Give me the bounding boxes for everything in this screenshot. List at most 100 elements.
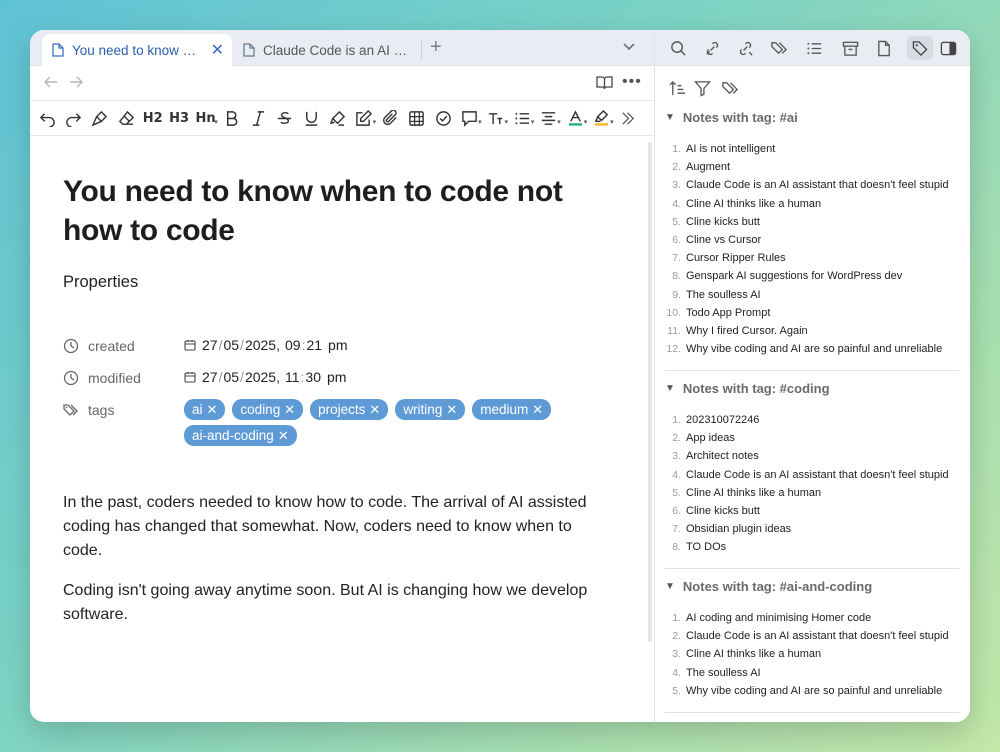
heading-n-button[interactable]: Hn ▾ [192, 104, 218, 132]
list-item[interactable]: 5. Why vibe coding and AI are so painful … [663, 682, 963, 700]
list-item[interactable]: 1. 202310072246 [663, 411, 963, 429]
remove-tag-icon[interactable]: ✕ [446, 402, 457, 418]
list-item[interactable]: 3. Cline AI thinks like a human [663, 645, 963, 663]
undo-button[interactable] [34, 104, 60, 132]
checklist-button[interactable] [430, 104, 456, 132]
note-link[interactable]: Why I fired Cursor. Again [686, 325, 808, 337]
list-item[interactable]: 7. Cursor Ripper Rules [663, 249, 963, 267]
note-link[interactable]: Cline vs Cursor [686, 234, 761, 246]
book-open-icon[interactable] [596, 75, 613, 90]
tab-active-note[interactable]: You need to know when to code not how to… [42, 34, 232, 66]
list-item[interactable]: 1. AI is not intelligent [663, 140, 963, 158]
list-item[interactable]: 4. The soulless AI [663, 664, 963, 682]
list-item[interactable]: 2. App ideas [663, 429, 963, 447]
remove-tag-icon[interactable]: ✕ [284, 402, 295, 418]
italic-button[interactable] [245, 104, 271, 132]
clear-format-button[interactable] [113, 104, 139, 132]
tag-pill[interactable]: coding ✕ [232, 399, 304, 420]
arrow-right-icon[interactable] [68, 74, 84, 90]
search-button[interactable] [665, 36, 691, 60]
list-item[interactable]: 3. Claude Code is an AI assistant that do… [663, 176, 963, 194]
edit-button[interactable]: ▾ [351, 104, 377, 132]
tag-pill[interactable]: writing ✕ [395, 399, 466, 420]
list-item[interactable]: 2. Claude Code is an AI assistant that do… [663, 627, 963, 645]
underline-button[interactable] [298, 104, 324, 132]
remove-tag-icon[interactable]: ✕ [369, 402, 380, 418]
list-item[interactable]: 7. Obsidian plugin ideas [663, 520, 963, 538]
list-item[interactable]: 12. Why vibe coding and AI are so painful… [663, 340, 963, 358]
file-button[interactable] [871, 36, 897, 60]
note-link[interactable]: Cline AI thinks like a human [686, 648, 821, 660]
note-link[interactable]: Genspark AI suggestions for WordPress de… [686, 270, 902, 282]
tab-close-icon[interactable]: ✕ [211, 40, 224, 60]
format-painter-button[interactable] [87, 104, 113, 132]
list-item[interactable]: 2. Augment [663, 158, 963, 176]
note-link[interactable]: Claude Code is an AI assistant that does… [686, 179, 949, 191]
list-item[interactable]: 6. Cline vs Cursor [663, 231, 963, 249]
callout-button[interactable]: ▾ [456, 104, 482, 132]
text-color-button[interactable]: ▾ [562, 104, 588, 132]
heading-2-button[interactable]: H2 [140, 104, 166, 132]
note-link[interactable]: TO DOs [686, 541, 726, 553]
note-link[interactable]: Cline AI thinks like a human [686, 487, 821, 499]
list-button[interactable]: ▾ [509, 104, 535, 132]
align-button[interactable]: ▾ [535, 104, 561, 132]
backlinks-button[interactable] [699, 36, 725, 60]
note-link[interactable]: Augment [686, 161, 730, 173]
attachment-button[interactable] [377, 104, 403, 132]
note-link[interactable]: App ideas [686, 432, 735, 444]
remove-tag-icon[interactable]: ✕ [207, 402, 218, 418]
note-link[interactable]: Why vibe coding and AI are so painful an… [686, 343, 942, 355]
table-button[interactable] [403, 104, 429, 132]
list-item[interactable]: 11. Why I fired Cursor. Again [663, 322, 963, 340]
filter-button[interactable] [693, 80, 712, 102]
sort-button[interactable] [669, 80, 686, 102]
tag-pill[interactable]: ai-and-coding ✕ [184, 425, 297, 446]
toggle-sidebar-button[interactable] [935, 36, 961, 60]
list-item[interactable]: 4. Cline AI thinks like a human [663, 195, 963, 213]
note-link[interactable]: Cursor Ripper Rules [686, 252, 786, 264]
list-item[interactable]: 6. Cline kicks butt [663, 502, 963, 520]
list-item[interactable]: 1. AI coding and minimising Homer code [663, 609, 963, 627]
note-link[interactable]: Why vibe coding and AI are so painful an… [686, 685, 942, 697]
note-editor[interactable]: You need to know when to code not how to… [30, 136, 654, 722]
note-link[interactable]: 202310072246 [686, 414, 759, 426]
list-item[interactable]: 4. Claude Code is an AI assistant that do… [663, 466, 963, 484]
tag-pill[interactable]: ai ✕ [184, 399, 226, 420]
section-header-ai-and-coding[interactable]: ▼ Notes with tag: #ai-and-coding [665, 579, 872, 594]
note-link[interactable]: The soulless AI [686, 289, 761, 301]
strikethrough-button[interactable] [272, 104, 298, 132]
note-link[interactable]: Claude Code is an AI assistant that does… [686, 630, 949, 642]
section-header-coding[interactable]: ▼ Notes with tag: #coding [665, 381, 830, 396]
note-link[interactable]: Claude Code is an AI assistant that does… [686, 469, 949, 481]
remove-tag-icon[interactable]: ✕ [532, 402, 543, 418]
note-link[interactable]: Cline AI thinks like a human [686, 198, 821, 210]
tags-view-button[interactable] [766, 36, 792, 60]
highlight-pen-button[interactable] [324, 104, 350, 132]
list-item[interactable]: 8. Genspark AI suggestions for WordPress … [663, 267, 963, 285]
editor-scrollbar[interactable] [648, 142, 652, 642]
tag-pill[interactable]: medium ✕ [472, 399, 552, 420]
list-item[interactable]: 8. TO DOs [663, 538, 963, 556]
text-size-button[interactable]: ▾ [483, 104, 509, 132]
note-link[interactable]: AI is not intelligent [686, 143, 775, 155]
outline-button[interactable] [801, 36, 827, 60]
tag-filter-button[interactable] [722, 80, 739, 102]
note-link[interactable]: Architect notes [686, 450, 759, 462]
arrow-left-icon[interactable] [43, 74, 59, 90]
new-tab-button[interactable]: + [430, 36, 442, 59]
created-value[interactable]: 27/05/2025, 09:21 pm [184, 337, 347, 353]
more-options-icon[interactable]: ••• [622, 73, 642, 91]
section-header-ai[interactable]: ▼ Notes with tag: #ai [665, 110, 798, 125]
redo-button[interactable] [60, 104, 86, 132]
tag-pill[interactable]: projects ✕ [310, 399, 389, 420]
tag-notes-button[interactable] [907, 36, 933, 60]
note-link[interactable]: Todo App Prompt [686, 307, 770, 319]
note-link[interactable]: Cline kicks butt [686, 216, 760, 228]
list-item[interactable]: 9. The soulless AI [663, 286, 963, 304]
modified-value[interactable]: 27/05/2025, 11:30 pm [184, 369, 346, 385]
toolbar-overflow-button[interactable] [615, 104, 641, 132]
list-item[interactable]: 5. Cline AI thinks like a human [663, 484, 963, 502]
chevron-down-icon[interactable] [622, 39, 636, 53]
note-link[interactable]: Cline kicks butt [686, 505, 760, 517]
